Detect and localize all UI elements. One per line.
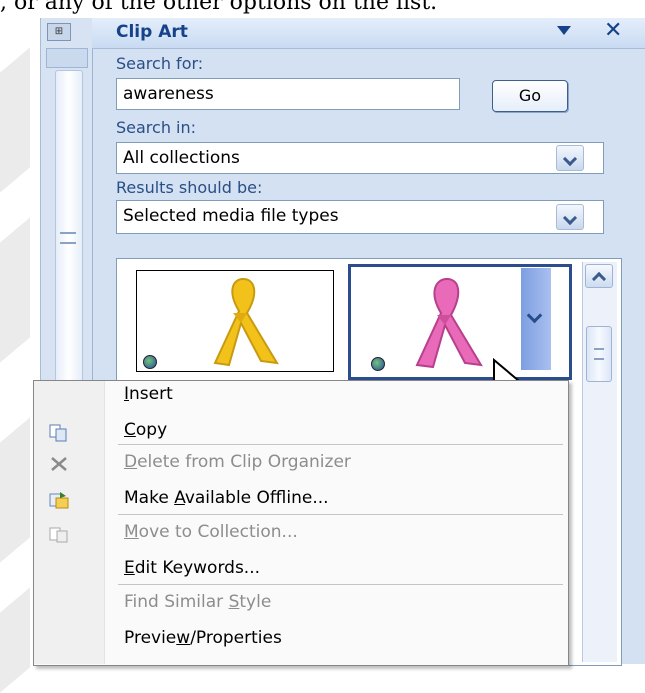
pane-menu-arrow-icon[interactable] [557,26,571,35]
web-globe-icon [371,357,385,371]
web-globe-icon [143,355,157,369]
menu-label-part: Make [124,488,175,508]
chevron-down-icon[interactable] [556,145,584,171]
document-caption: , or any of the other options on the lis… [0,0,438,14]
menu-item-copy[interactable]: Copy [124,420,167,440]
results-type-dropdown[interactable]: Selected media file types [116,200,604,234]
context-menu [33,380,569,666]
menu-label-part: Previe [124,628,177,648]
menu-label-part: elete from Clip Organizer [137,452,351,472]
close-icon[interactable]: ✕ [604,18,622,43]
ribbon-icon [213,277,279,367]
menu-accelerator: C [124,420,136,440]
scroll-up-icon[interactable] [585,264,613,288]
menu-separator [118,584,563,585]
results-label: Results should be: [116,178,263,197]
menu-accelerator: S [228,592,240,612]
menu-item-insert[interactable]: Insert [124,384,173,404]
thumbnail-dropdown-arrow-icon[interactable] [521,268,551,370]
menu-label-part: vailable Offline... [184,488,329,508]
search-input[interactable]: awareness [116,78,460,110]
copy-icon [48,422,72,444]
offline-icon [48,490,72,512]
menu-label-part: ove to Collection... [138,522,298,542]
delete-icon [48,454,72,476]
menu-label-part: /Properties [190,628,282,648]
menu-label-part: Find Similar [124,592,229,612]
menu-label-part: nsert [129,384,173,404]
menu-accelerator: M [124,522,139,542]
chevron-down-icon[interactable] [556,204,584,230]
menu-item-move-to-collection[interactable]: Move to Collection... [124,522,298,542]
search-in-label: Search in: [116,118,197,137]
menu-item-edit-keywords[interactable]: Edit Keywords... [124,558,260,578]
menu-item-make-available-offline[interactable]: Make Available Offline... [124,488,329,508]
menu-label-part: opy [135,420,168,440]
search-in-dropdown[interactable]: All collections [116,142,604,174]
move-icon [48,524,72,546]
ruler-grip-icon [60,232,76,244]
search-for-label: Search for: [116,54,204,73]
menu-label-part: tyle [239,592,272,612]
menu-separator [118,514,563,515]
menu-separator [118,444,563,445]
menu-item-delete-from-clip-organizer[interactable]: Delete from Clip Organizer [124,452,351,472]
go-button[interactable]: Go [492,80,568,112]
clipart-thumbnail[interactable] [136,270,334,372]
menu-item-find-similar-style[interactable]: Find Similar Style [124,592,271,612]
menu-item-preview-properties[interactable]: Preview/Properties [124,628,282,648]
pane-title: Clip Art [116,22,188,42]
menu-accelerator: A [174,488,185,508]
clipart-pane-icon: ⊞ [47,23,71,41]
results-scrollbar[interactable] [582,262,617,662]
scroll-grip-icon [594,348,604,360]
menu-label-part: dit Keywords... [134,558,261,578]
menu-accelerator: D [124,452,138,472]
menu-accelerator: w [176,628,191,648]
ruler-top-button[interactable] [46,48,88,68]
menu-accelerator: E [124,558,135,578]
